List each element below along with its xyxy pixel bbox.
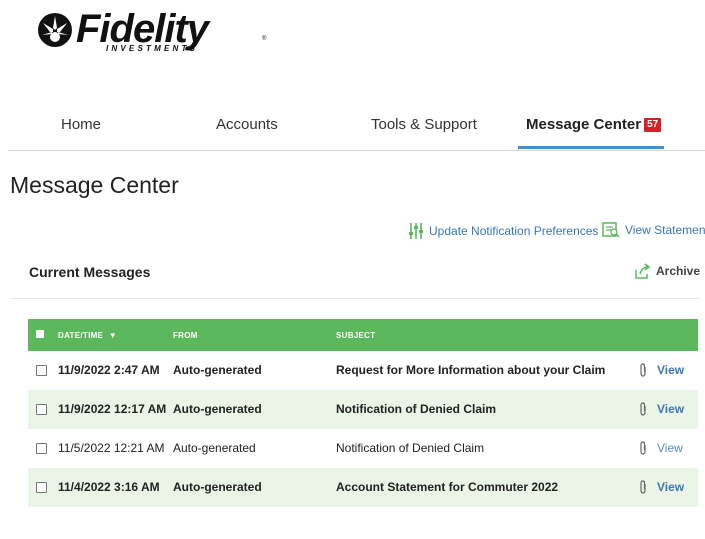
update-prefs-label: Update Notification Preferences [429,224,599,238]
archive-label: Archive [656,264,701,278]
row-subject[interactable]: Notification of Denied Claim [336,441,484,455]
row-from: Auto-generated [173,480,262,494]
row-date: 11/5/2022 12:21 AM [58,441,165,455]
sort-desc-icon: ▼ [108,331,117,340]
archive-button[interactable]: Archive [634,262,700,280]
nav-message-center-label: Message Center [526,116,642,133]
row-checkbox[interactable] [36,482,47,493]
row-checkbox[interactable] [36,443,47,454]
row-date: 11/4/2022 3:16 AM [58,480,160,494]
row-date: 11/9/2022 2:47 AM [58,363,160,377]
row-date: 11/9/2022 12:17 AM [58,402,167,416]
attachment-icon [640,480,646,494]
attachment-icon [640,402,646,416]
view-link[interactable]: View [657,480,684,494]
table-header: DATE/TIME ▼ FROM SUBJECT [28,319,698,351]
table-row[interactable]: 11/9/2022 2:47 AM Auto-generated Request… [28,351,698,390]
row-checkbox[interactable] [36,365,47,376]
active-tab-indicator [518,146,664,149]
view-link[interactable]: View [657,363,684,377]
view-statements-label: View Statements [625,223,705,237]
sliders-icon [409,223,423,239]
view-link[interactable]: View [657,441,683,455]
row-from: Auto-generated [173,402,262,416]
current-messages-heading: Current Messages [29,264,151,280]
logo-subtitle: INVESTMENTS [106,44,199,53]
view-statements-link[interactable]: View Statements [602,222,705,238]
archive-icon [635,263,651,279]
nav-accounts[interactable]: Accounts [216,116,278,133]
unread-count-badge: 57 [644,118,662,132]
row-subject[interactable]: Notification of Denied Claim [336,402,496,416]
row-from: Auto-generated [173,441,256,455]
attachment-icon [640,441,646,455]
table-row[interactable]: 11/9/2022 12:17 AM Auto-generated Notifi… [28,390,698,429]
update-notification-preferences-link[interactable]: Update Notification Preferences [408,222,598,240]
main-nav: Home Accounts Tools & Support Message Ce… [8,110,705,151]
page-title: Message Center [10,172,179,198]
view-link[interactable]: View [657,402,684,416]
row-from: Auto-generated [173,363,262,377]
select-all-checkbox[interactable] [36,330,44,338]
fidelity-globe-icon [38,13,72,47]
section-divider [10,298,700,299]
row-subject[interactable]: Request for More Information about your … [336,363,605,377]
table-row[interactable]: 11/5/2022 12:21 AM Auto-generated Notifi… [28,429,698,468]
date-header-label: DATE/TIME [58,331,104,340]
from-column-header: FROM [173,331,198,340]
subject-column-header: SUBJECT [336,331,376,340]
nav-message-center[interactable]: Message Center 57 [526,116,662,133]
nav-home[interactable]: Home [61,116,101,133]
messages-table: DATE/TIME ▼ FROM SUBJECT 11/9/2022 2:47 … [28,319,698,507]
table-row[interactable]: 11/4/2022 3:16 AM Auto-generated Account… [28,468,698,507]
attachment-icon [640,363,646,377]
logo-registered: ® [262,36,267,42]
fidelity-logo[interactable]: Fidelity INVESTMENTS ® [36,6,266,56]
row-checkbox[interactable] [36,404,47,415]
date-column-header[interactable]: DATE/TIME ▼ [58,331,117,340]
nav-tools-support[interactable]: Tools & Support [371,116,477,133]
statement-search-icon [602,222,620,238]
row-subject[interactable]: Account Statement for Commuter 2022 [336,480,558,494]
